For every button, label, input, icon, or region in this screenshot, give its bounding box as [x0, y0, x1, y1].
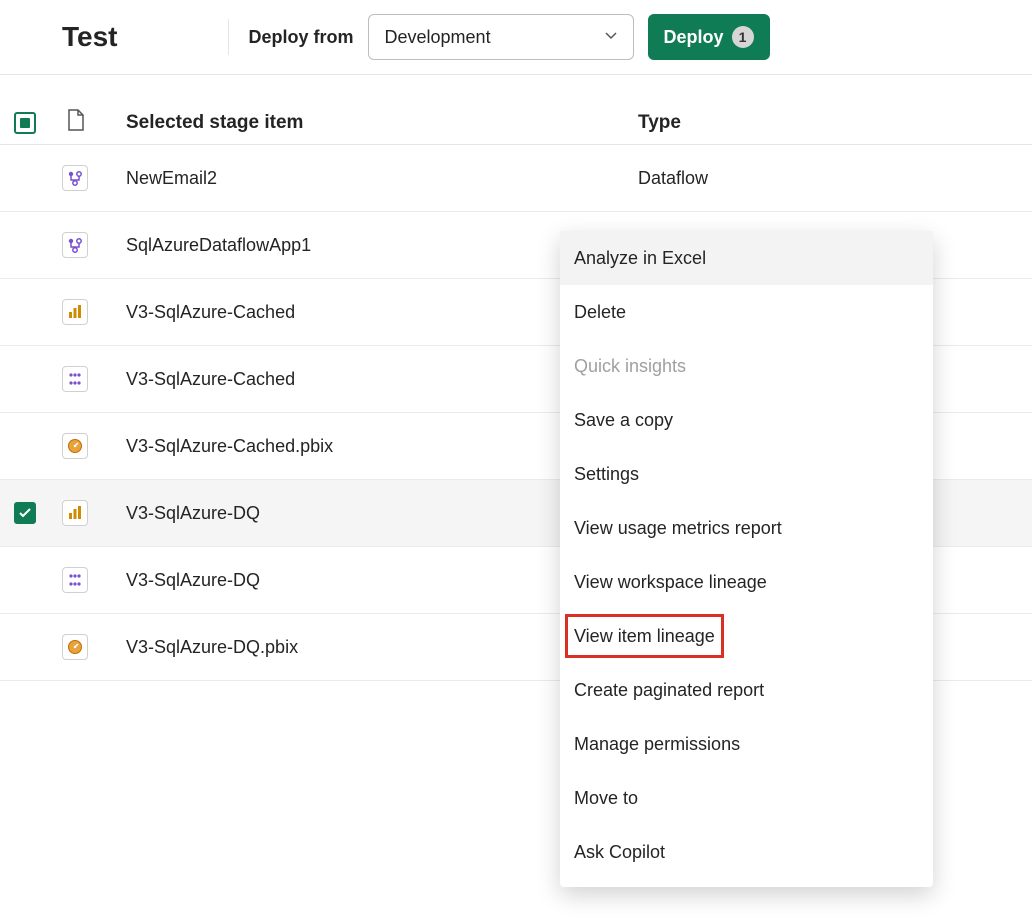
header-divider	[228, 19, 229, 55]
deploy-from-label: Deploy from	[249, 27, 354, 48]
chevron-down-icon	[603, 27, 619, 48]
file-icon	[66, 108, 86, 137]
menu-item-create-paginated-report[interactable]: Create paginated report	[560, 663, 933, 717]
dashboard-icon	[62, 433, 88, 459]
dataflow-icon	[62, 232, 88, 258]
context-menu: Analyze in ExcelDeleteQuick insightsSave…	[560, 231, 933, 887]
dashboard-icon	[62, 634, 88, 660]
menu-item-view-item-lineage[interactable]: View item lineage	[564, 613, 725, 659]
report-icon	[62, 500, 88, 526]
table-row[interactable]: NewEmail2Dataflow	[0, 145, 1032, 212]
table-header: Selected stage item Type	[0, 75, 1032, 145]
dataset-icon	[62, 366, 88, 392]
menu-item-move-to[interactable]: Move to	[560, 771, 933, 825]
dataset-icon	[62, 567, 88, 593]
item-name: NewEmail2	[126, 168, 638, 189]
column-header-type[interactable]: Type	[638, 112, 1032, 134]
deploy-count-badge: 1	[732, 26, 754, 48]
page-title: Test	[62, 21, 118, 53]
select-all-checkbox[interactable]	[14, 112, 36, 134]
menu-item-ask-copilot[interactable]: Ask Copilot	[560, 825, 933, 879]
menu-item-analyze-in-excel[interactable]: Analyze in Excel	[560, 231, 933, 285]
deploy-source-select[interactable]: Development	[368, 14, 634, 60]
deploy-button[interactable]: Deploy 1	[648, 14, 770, 60]
row-checkbox[interactable]	[14, 502, 36, 524]
menu-item-delete[interactable]: Delete	[560, 285, 933, 339]
menu-item-manage-permissions[interactable]: Manage permissions	[560, 717, 933, 771]
column-header-name[interactable]: Selected stage item	[126, 112, 638, 134]
deploy-header: Test Deploy from Development Deploy 1	[0, 0, 1032, 75]
item-type: Dataflow	[638, 168, 1032, 189]
menu-item-view-usage-metrics-report[interactable]: View usage metrics report	[560, 501, 933, 555]
menu-item-quick-insights: Quick insights	[560, 339, 933, 393]
dataflow-icon	[62, 165, 88, 191]
menu-item-save-a-copy[interactable]: Save a copy	[560, 393, 933, 447]
deploy-source-value: Development	[385, 27, 491, 48]
deploy-button-label: Deploy	[664, 27, 724, 48]
menu-item-view-workspace-lineage[interactable]: View workspace lineage	[560, 555, 933, 609]
report-icon	[62, 299, 88, 325]
menu-item-settings[interactable]: Settings	[560, 447, 933, 501]
